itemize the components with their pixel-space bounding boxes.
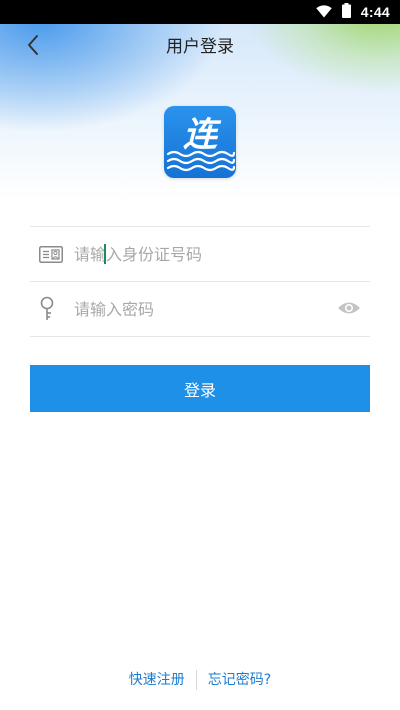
toggle-password-visibility-button[interactable]	[334, 294, 364, 324]
quick-register-link[interactable]: 快速注册	[118, 669, 196, 691]
page-title: 用户登录	[166, 37, 234, 57]
key-icon	[30, 296, 74, 322]
battery-icon	[341, 2, 351, 22]
id-card-icon	[30, 245, 74, 263]
id-number-input[interactable]	[74, 234, 370, 274]
forgot-password-link[interactable]: 忘记密码?	[197, 669, 282, 691]
login-button[interactable]: 登录	[30, 365, 370, 412]
logo-character: 连	[183, 115, 222, 155]
eye-icon	[337, 300, 361, 319]
password-field[interactable]	[30, 282, 370, 337]
status-bar: 4:44	[0, 0, 400, 24]
status-indicators: 4:44	[316, 0, 390, 24]
wifi-icon	[316, 3, 332, 22]
footer-links: 快速注册 忘记密码?	[0, 668, 400, 692]
id-number-field[interactable]	[30, 227, 370, 282]
password-input[interactable]	[74, 289, 334, 329]
text-cursor	[104, 244, 106, 264]
app-logo: 连	[164, 106, 236, 178]
status-time: 4:44	[360, 4, 390, 20]
logo-graphic: 连	[166, 115, 236, 172]
navigation-header: 用户登录	[0, 24, 400, 70]
